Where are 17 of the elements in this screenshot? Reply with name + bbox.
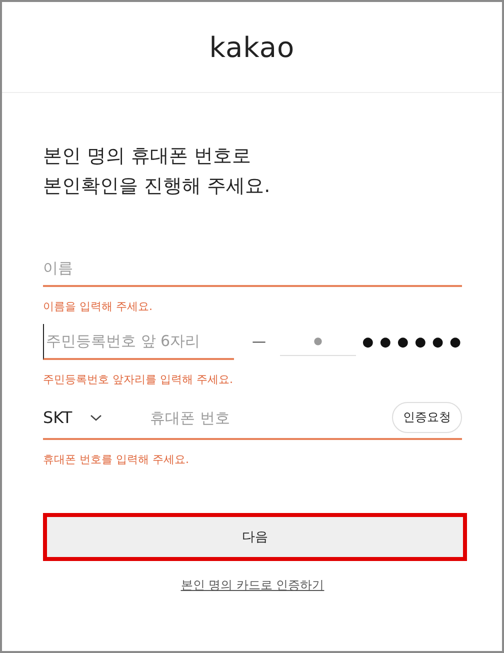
heading-line: 본인 명의 휴대폰 번호로: [43, 144, 252, 169]
id-digit-input-field[interactable]: ●: [280, 328, 356, 356]
name-input-field[interactable]: 이름: [43, 251, 462, 287]
error-message: 휴대폰 번호를 입력해 주세요.: [43, 452, 190, 467]
logo: kakao: [209, 30, 295, 64]
heading-line: 본인확인을 진행해 주세요.: [43, 174, 272, 199]
verify-request-button[interactable]: 인증요청: [392, 402, 462, 433]
carrier-select[interactable]: SKT: [43, 408, 72, 427]
error-message: 주민등록번호 앞자리를 입력해 주세요.: [43, 372, 234, 387]
error-message: 이름을 입력해 주세요.: [43, 299, 154, 314]
next-button[interactable]: 다음: [43, 513, 467, 561]
masked-digits: ● ● ● ● ● ●: [362, 334, 462, 350]
phone-input-field[interactable]: 휴대폰 번호: [150, 404, 300, 430]
chevron-down-icon[interactable]: [90, 414, 102, 422]
id-number-input-field[interactable]: 주민등록번호 앞 6자리: [43, 324, 234, 360]
card-verify-link[interactable]: 본인 명의 카드로 인증하기: [43, 577, 462, 594]
dash-separator: —: [252, 334, 266, 350]
